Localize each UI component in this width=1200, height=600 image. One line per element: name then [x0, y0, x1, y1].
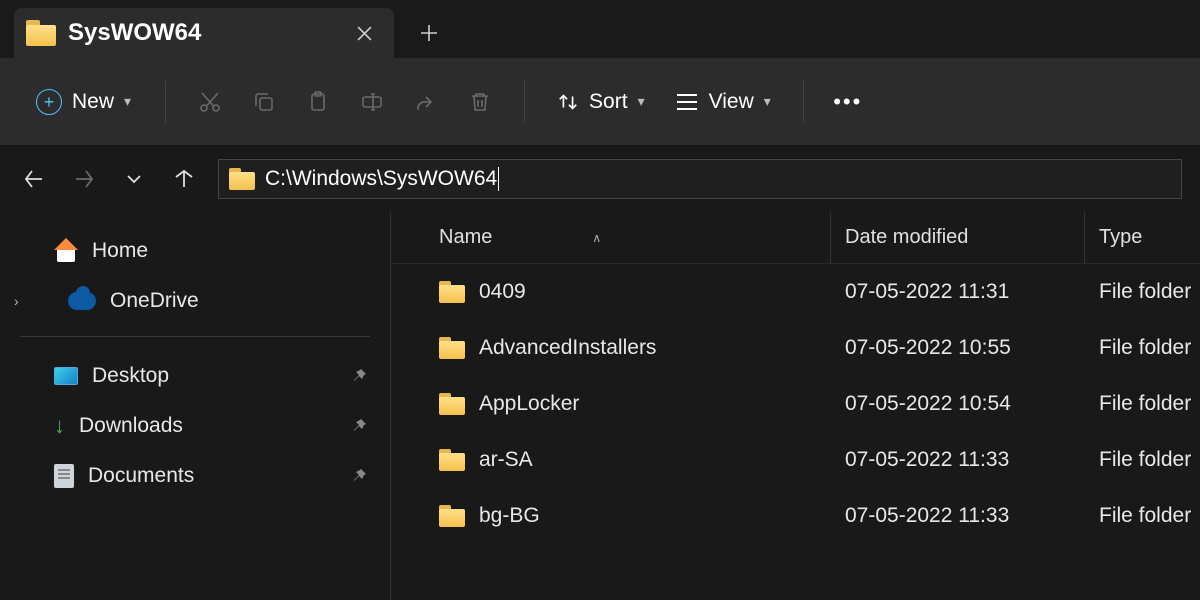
- table-row[interactable]: AdvancedInstallers 07-05-2022 10:55File f…: [391, 320, 1200, 376]
- file-name: ar-SA: [479, 448, 533, 472]
- folder-icon: [439, 281, 465, 303]
- folder-icon: [439, 337, 465, 359]
- folder-icon: [439, 505, 465, 527]
- up-button[interactable]: [168, 163, 200, 195]
- file-type: File folder: [1085, 280, 1200, 304]
- column-header-name[interactable]: Name ∧: [391, 212, 831, 263]
- sidebar-item-label: Downloads: [79, 414, 183, 438]
- column-header-date[interactable]: Date modified: [831, 212, 1085, 263]
- file-type: File folder: [1085, 448, 1200, 472]
- sidebar-item-downloads[interactable]: ↓ Downloads: [0, 401, 390, 451]
- paste-icon[interactable]: [294, 78, 342, 126]
- separator: [803, 81, 804, 123]
- file-date: 07-05-2022 11:33: [831, 504, 1085, 528]
- tab-bar: SysWOW64: [0, 0, 1200, 58]
- forward-button[interactable]: [68, 163, 100, 195]
- sort-asc-icon: ∧: [592, 231, 601, 245]
- share-icon[interactable]: [402, 78, 450, 126]
- delete-icon[interactable]: [456, 78, 504, 126]
- folder-icon: [26, 20, 56, 46]
- sidebar-item-label: Documents: [88, 464, 194, 488]
- file-name: AppLocker: [479, 392, 579, 416]
- file-type: File folder: [1085, 504, 1200, 528]
- file-list: Name ∧ Date modified Type 0409 07-05-2022…: [390, 212, 1200, 600]
- chevron-right-icon[interactable]: ›: [14, 293, 32, 309]
- sidebar-item-label: Home: [92, 239, 148, 263]
- sort-label: Sort: [589, 90, 628, 114]
- address-bar[interactable]: C:\Windows\SysWOW64: [218, 159, 1182, 199]
- sidebar-item-documents[interactable]: Documents: [0, 451, 390, 501]
- table-row[interactable]: bg-BG 07-05-2022 11:33File folder: [391, 488, 1200, 544]
- download-icon: ↓: [54, 413, 65, 439]
- new-button-label: New: [72, 90, 114, 114]
- separator: [165, 81, 166, 123]
- sidebar: Home › OneDrive Desktop ↓ Downloads Docu…: [0, 212, 390, 600]
- file-type: File folder: [1085, 336, 1200, 360]
- tab-active[interactable]: SysWOW64: [14, 8, 394, 58]
- recent-dropdown[interactable]: [118, 163, 150, 195]
- cut-icon[interactable]: [186, 78, 234, 126]
- folder-icon: [439, 449, 465, 471]
- chevron-down-icon: ▾: [638, 93, 645, 110]
- pin-icon: [352, 468, 368, 484]
- file-name: 0409: [479, 280, 526, 304]
- back-button[interactable]: [18, 163, 50, 195]
- document-icon: [54, 464, 74, 488]
- home-icon: [54, 240, 78, 262]
- view-button[interactable]: View ▾: [663, 82, 783, 122]
- toolbar: + New ▾ Sort ▾ View ▾ •••: [0, 58, 1200, 146]
- desktop-icon: [54, 367, 78, 385]
- sort-icon: [557, 91, 579, 113]
- copy-icon[interactable]: [240, 78, 288, 126]
- view-icon: [675, 91, 699, 113]
- sidebar-item-desktop[interactable]: Desktop: [0, 351, 390, 401]
- sidebar-item-onedrive[interactable]: › OneDrive: [0, 276, 390, 326]
- separator: [20, 336, 370, 337]
- sidebar-item-label: OneDrive: [110, 289, 199, 313]
- folder-icon: [439, 393, 465, 415]
- file-name: bg-BG: [479, 504, 540, 528]
- chevron-down-icon: ▾: [764, 93, 771, 110]
- more-button[interactable]: •••: [824, 78, 872, 126]
- pin-icon: [352, 418, 368, 434]
- table-row[interactable]: AppLocker 07-05-2022 10:54File folder: [391, 376, 1200, 432]
- view-label: View: [709, 90, 754, 114]
- column-headers: Name ∧ Date modified Type: [391, 212, 1200, 264]
- file-date: 07-05-2022 11:31: [831, 280, 1085, 304]
- pin-icon: [352, 368, 368, 384]
- table-row[interactable]: ar-SA 07-05-2022 11:33File folder: [391, 432, 1200, 488]
- tab-title: SysWOW64: [68, 19, 338, 47]
- cloud-icon: [68, 292, 96, 310]
- file-type: File folder: [1085, 392, 1200, 416]
- chevron-down-icon: ▾: [124, 93, 131, 110]
- file-date: 07-05-2022 10:55: [831, 336, 1085, 360]
- table-row[interactable]: 0409 07-05-2022 11:31File folder: [391, 264, 1200, 320]
- plus-circle-icon: +: [36, 89, 62, 115]
- address-row: C:\Windows\SysWOW64: [0, 146, 1200, 212]
- file-name: AdvancedInstallers: [479, 336, 656, 360]
- close-icon[interactable]: [350, 19, 378, 47]
- sidebar-item-home[interactable]: Home: [0, 226, 390, 276]
- main: Home › OneDrive Desktop ↓ Downloads Docu…: [0, 212, 1200, 600]
- separator: [524, 81, 525, 123]
- new-tab-button[interactable]: [406, 10, 452, 56]
- address-path: C:\Windows\SysWOW64: [265, 167, 499, 191]
- file-date: 07-05-2022 10:54: [831, 392, 1085, 416]
- rename-icon[interactable]: [348, 78, 396, 126]
- folder-icon: [229, 168, 255, 190]
- sort-button[interactable]: Sort ▾: [545, 82, 657, 122]
- sidebar-item-label: Desktop: [92, 364, 169, 388]
- column-header-type[interactable]: Type: [1085, 212, 1200, 263]
- file-date: 07-05-2022 11:33: [831, 448, 1085, 472]
- new-button[interactable]: + New ▾: [22, 81, 145, 123]
